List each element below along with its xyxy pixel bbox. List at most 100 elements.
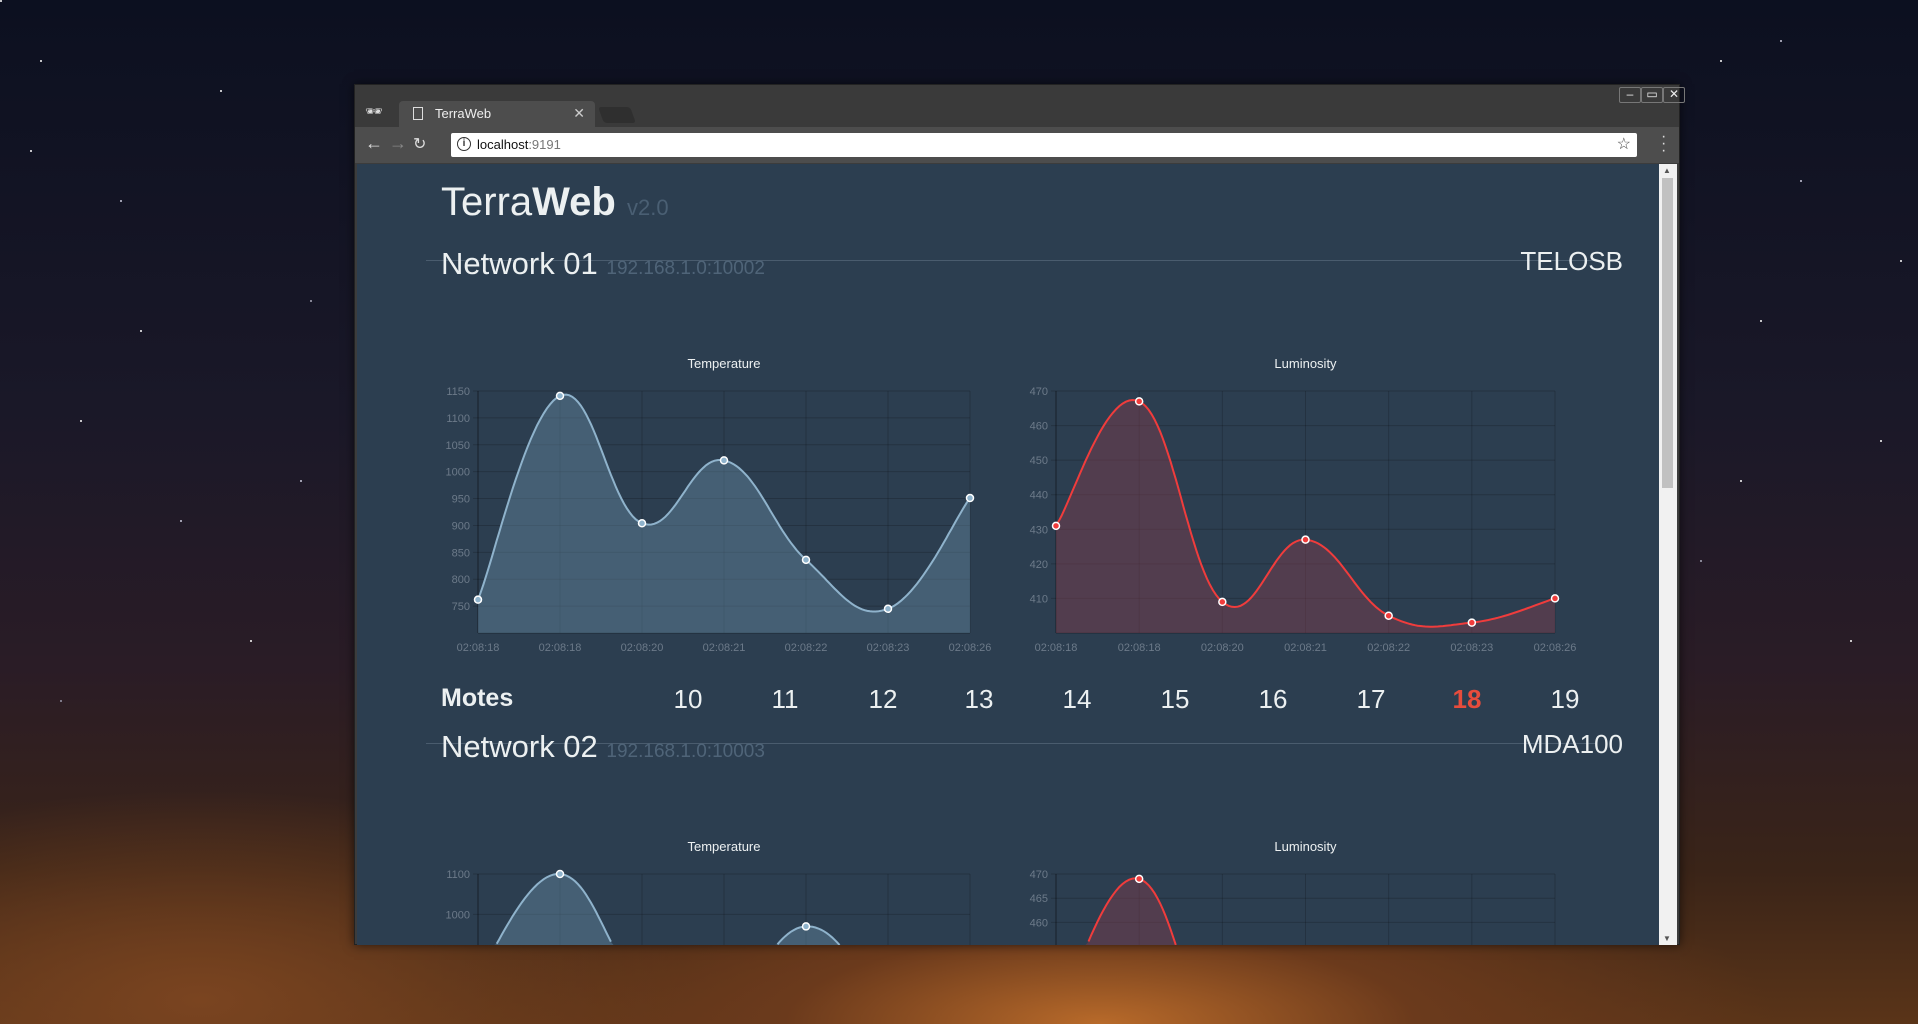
y-tick-label: 460 [1030,917,1048,929]
y-tick-label: 800 [452,574,470,586]
y-tick-label: 1100 [446,413,470,425]
url-host: localhost [477,137,529,152]
network-01-title: Network 01 192.168.1.0:10002 [441,246,765,282]
scrollbar-thumb[interactable] [1662,178,1673,488]
y-tick-label: 950 [452,494,470,506]
mote-18[interactable]: 18 [1437,684,1497,715]
network-address: 192.168.1.0:10003 [606,741,765,762]
data-point [1051,521,1061,531]
y-tick-label: 1050 [446,440,470,452]
chart-title: Temperature [688,356,761,371]
board-type: MDA100 [1521,729,1623,759]
tab-bar: 🕶 TerraWeb ✕ – ▭ ✕ [355,85,1685,128]
y-tick-label: 465 [1030,893,1048,905]
maximize-button[interactable]: ▭ [1641,87,1663,103]
scroll-down-icon[interactable]: ▼ [1663,934,1671,943]
y-tick-label: 460 [1030,421,1048,433]
mote-15[interactable]: 15 [1145,684,1205,715]
x-tick-label: 02:08:18 [1035,642,1078,654]
page-icon [413,107,423,120]
y-tick-label: 470 [1030,869,1048,881]
data-point [1384,611,1393,620]
y-tick-label: 1000 [446,909,470,921]
brand-light: Terra [441,180,533,224]
mote-10[interactable]: 10 [658,684,718,715]
mote-14[interactable]: 14 [1047,684,1107,715]
luminosity-chart-2: Luminosity 460 465 470 [1030,839,1556,945]
page-content: TerraWeb v2.0 Network 01 192.168.1.0:100… [357,164,1659,945]
y-tick-label: 900 [452,520,470,532]
y-tick-label: 450 [1030,455,1048,467]
chart-title: Luminosity [1274,356,1337,371]
y-tick-label: 430 [1030,524,1048,536]
address-bar[interactable]: i localhost:9191 ☆ [451,133,1637,157]
mote-13[interactable]: 13 [949,684,1009,715]
temperature-chart-2: Temperature 1000 1100 [446,839,971,945]
tab-terraweb[interactable]: TerraWeb ✕ [399,101,595,128]
network-name: Network 02 [441,729,598,764]
data-point [1301,535,1310,544]
network-name: Network 01 [441,246,598,281]
y-tick-label: 420 [1030,559,1048,571]
mote-12[interactable]: 12 [853,684,913,715]
x-tick-label: 02:08:22 [785,642,828,654]
tab-title: TerraWeb [435,106,492,121]
back-icon[interactable]: ← [365,133,383,154]
page-title: TerraWeb v2.0 [441,180,669,225]
minimize-button[interactable]: – [1619,87,1641,103]
scroll-up-icon[interactable]: ▲ [1663,166,1671,175]
data-point [883,604,893,614]
y-tick-label: 1000 [446,467,470,479]
forward-icon[interactable]: → [389,133,407,154]
x-tick-label: 02:08:20 [621,642,664,654]
close-tab-icon[interactable]: ✕ [573,105,585,122]
data-point [719,456,729,465]
reload-icon[interactable]: ↻ [413,134,426,154]
data-point [555,869,565,879]
mote-16[interactable]: 16 [1243,684,1303,715]
x-tick-label: 02:08:20 [1201,642,1244,654]
y-tick-label: 1100 [446,869,470,881]
mote-19[interactable]: 19 [1535,684,1595,715]
y-tick-label: 1150 [446,386,470,398]
x-tick-label: 02:08:23 [1450,642,1493,654]
brand-bold: Web [532,180,616,224]
bookmark-star-icon[interactable]: ☆ [1617,134,1631,154]
mote-17[interactable]: 17 [1341,684,1401,715]
incognito-icon: 🕶 [365,103,383,119]
close-window-button[interactable]: ✕ [1663,87,1685,103]
luminosity-chart: Luminosity 410 420 430 440 450 460 470 02:08:18 0… [1030,356,1577,654]
y-tick-label: 850 [452,547,470,559]
info-icon[interactable]: i [457,137,471,151]
network-02-title: Network 02 192.168.1.0:10003 [441,729,765,765]
data-point [637,519,647,528]
data-point [801,555,811,565]
x-tick-label: 02:08:18 [539,642,582,654]
data-point [1218,597,1227,607]
x-tick-label: 02:08:26 [1534,642,1577,654]
menu-icon[interactable]: · · · [1661,129,1666,159]
url-port: :9191 [528,137,561,152]
x-tick-label: 02:08:26 [949,642,992,654]
x-tick-label: 02:08:21 [703,642,746,654]
board-type: TELOSB [1520,246,1623,276]
scrollbar[interactable]: ▲ ▼ [1659,164,1677,945]
new-tab-button[interactable] [598,107,636,123]
data-point [473,595,483,604]
y-tick-label: 410 [1030,593,1048,605]
y-tick-label: 750 [452,601,470,613]
data-point [1134,397,1144,406]
motes-label: Motes [441,684,514,712]
chart-title: Temperature [688,839,761,854]
x-tick-label: 02:08:22 [1367,642,1410,654]
temperature-chart: Temperature 750 800 850 900 950 1000 1050 1100 11… [446,356,992,654]
data-point [801,922,811,931]
chart-title: Luminosity [1274,839,1337,854]
x-tick-label: 02:08:23 [867,642,910,654]
data-point [965,493,975,503]
data-point [1550,594,1560,603]
mote-11[interactable]: 11 [755,684,815,715]
x-tick-label: 02:08:21 [1284,642,1327,654]
version: v2.0 [626,195,669,220]
toolbar: ← → ↻ i localhost:9191 ☆ · · · [355,127,1679,163]
